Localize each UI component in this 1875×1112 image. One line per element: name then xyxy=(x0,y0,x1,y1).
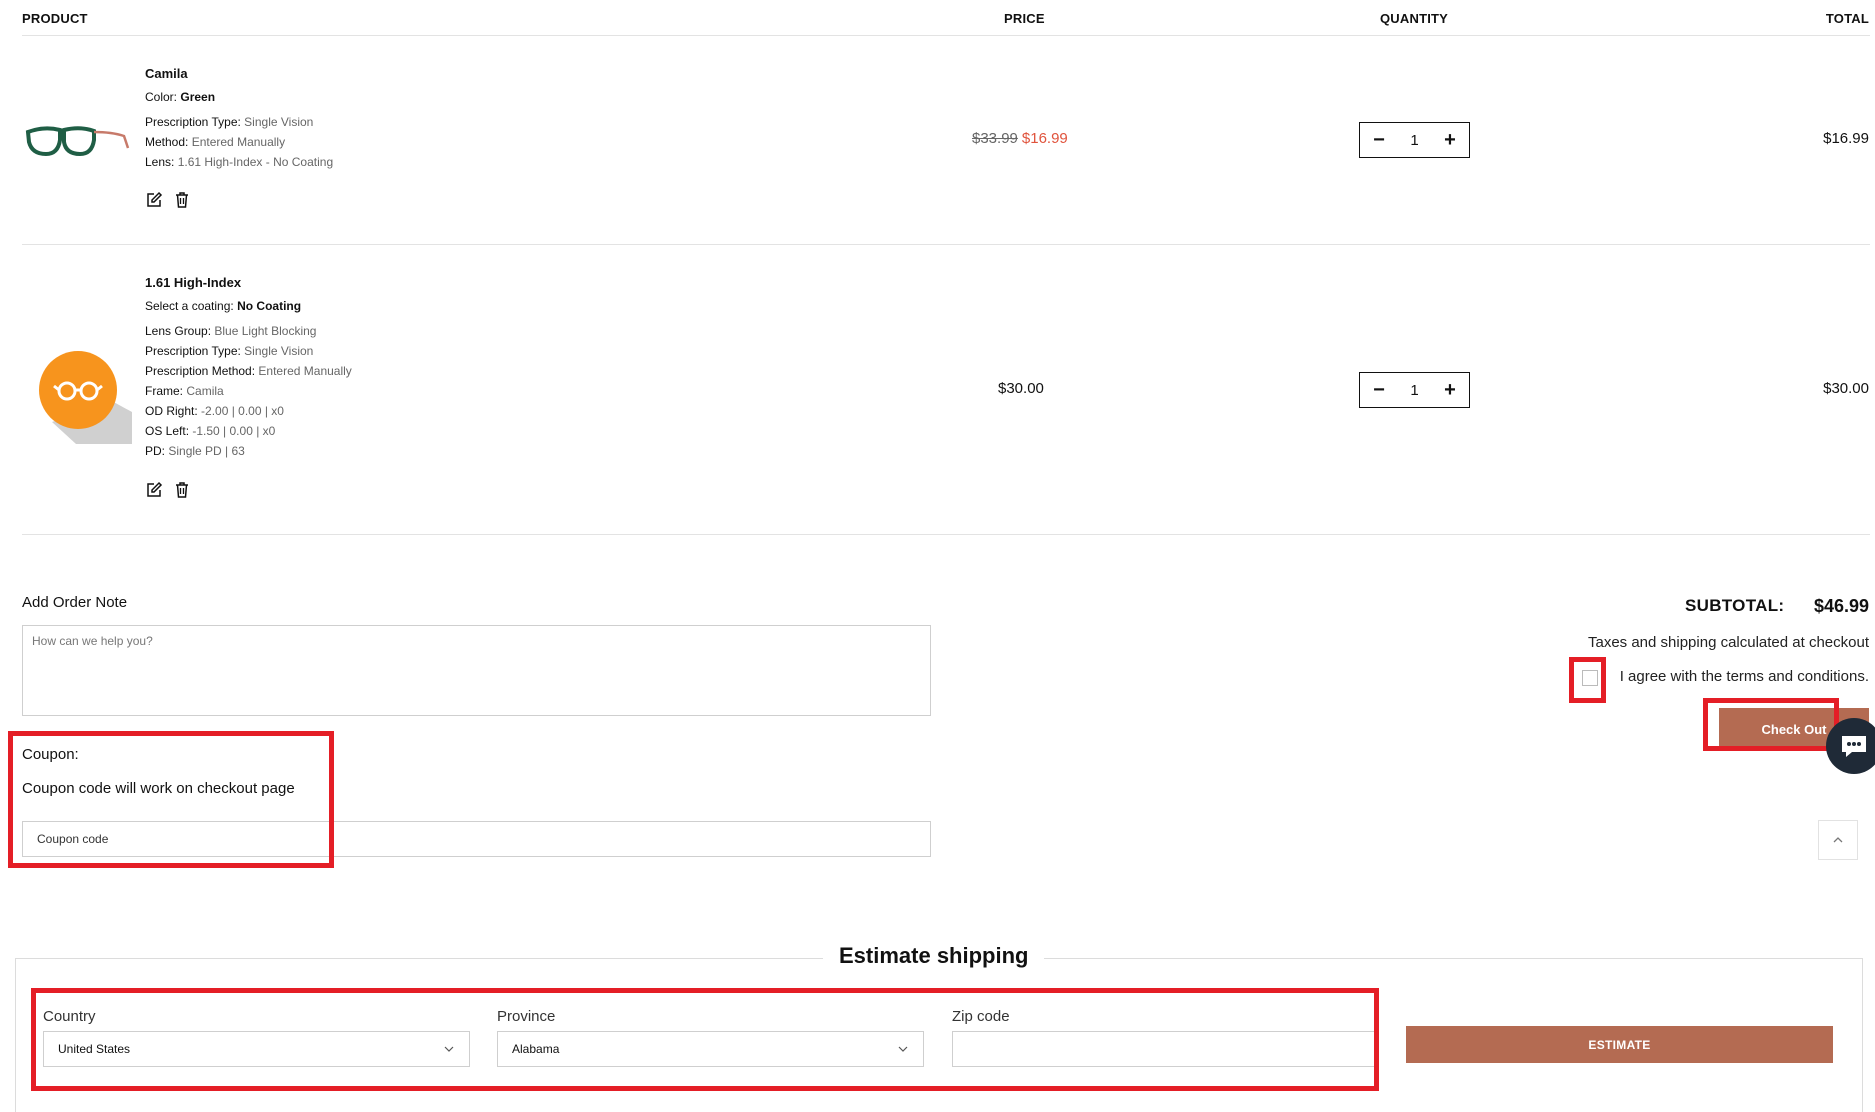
coupon-input[interactable] xyxy=(22,821,931,857)
header-total: TOTAL xyxy=(1825,11,1869,26)
row-divider xyxy=(22,244,1870,245)
header-quantity: QUANTITY xyxy=(1380,11,1449,26)
item-name[interactable]: 1.61 High-Index xyxy=(145,275,241,290)
province-value: Alabama xyxy=(512,1042,560,1056)
item-price: $30.00 xyxy=(998,380,1044,397)
terms-label: I agree with the terms and conditions. xyxy=(1619,668,1869,685)
edit-icon[interactable] xyxy=(145,481,163,499)
estimate-shipping-title: Estimate shipping xyxy=(823,943,1045,969)
item-attribute: Method: Entered Manually xyxy=(145,135,286,149)
subtotal-value: $46.99 xyxy=(1813,596,1869,616)
header-price: PRICE xyxy=(1004,11,1045,26)
orange-glasses-icon xyxy=(38,350,134,446)
coupon-hint: Coupon code will work on checkout page xyxy=(22,780,295,797)
country-label: Country xyxy=(43,1008,96,1025)
country-value: United States xyxy=(58,1042,131,1056)
zip-label: Zip code xyxy=(952,1008,1010,1025)
item-attribute: Color: Green xyxy=(145,90,216,104)
coupon-label: Coupon: xyxy=(22,746,79,763)
trash-icon[interactable] xyxy=(173,481,191,499)
order-note-textarea[interactable] xyxy=(22,625,931,716)
province-select[interactable]: Alabama xyxy=(497,1031,924,1067)
row-divider xyxy=(22,534,1870,535)
item-attribute: Lens: 1.61 High-Index - No Coating xyxy=(145,155,334,169)
item-attribute: Prescription Type: Single Vision xyxy=(145,115,314,129)
item-attribute: Lens Group: Blue Light Blocking xyxy=(145,324,317,338)
country-select[interactable]: United States xyxy=(43,1031,470,1067)
quantity-stepper: − 1 + xyxy=(1359,122,1470,158)
subtotal-label: SUBTOTAL: xyxy=(1685,596,1785,615)
edit-icon[interactable] xyxy=(145,191,163,209)
chevron-down-icon xyxy=(898,1046,908,1052)
item-price: $33.99 $16.99 xyxy=(972,130,1068,147)
item-name[interactable]: Camila xyxy=(145,66,188,81)
item-attribute: Prescription Method: Entered Manually xyxy=(145,364,352,378)
header-divider xyxy=(22,35,1870,36)
order-note-label: Add Order Note xyxy=(22,594,128,611)
quantity-stepper: − 1 + xyxy=(1359,372,1470,408)
quantity-value[interactable]: 1 xyxy=(1410,132,1418,149)
item-attribute: Prescription Type: Single Vision xyxy=(145,344,314,358)
plus-icon[interactable]: + xyxy=(1441,380,1459,400)
header-product: PRODUCT xyxy=(22,11,88,26)
terms-checkbox[interactable] xyxy=(1582,670,1598,686)
item-attribute: Select a coating: No Coating xyxy=(145,299,302,313)
item-attribute: PD: Single PD | 63 xyxy=(145,444,245,458)
chevron-down-icon xyxy=(444,1046,454,1052)
estimate-button[interactable]: ESTIMATE xyxy=(1406,1026,1833,1063)
province-label: Province xyxy=(497,1008,556,1025)
chat-icon[interactable] xyxy=(1826,718,1875,774)
green-eyeglasses-image xyxy=(24,118,130,166)
tax-note: Taxes and shipping calculated at checkou… xyxy=(1587,634,1869,651)
trash-icon[interactable] xyxy=(173,191,191,209)
item-attribute: OS Left: -1.50 | 0.00 | x0 xyxy=(145,424,276,438)
quantity-value[interactable]: 1 xyxy=(1410,382,1418,399)
minus-icon[interactable]: − xyxy=(1370,380,1388,400)
plus-icon[interactable]: + xyxy=(1441,130,1459,150)
line-total: $16.99 xyxy=(1823,130,1869,147)
minus-icon[interactable]: − xyxy=(1370,130,1388,150)
item-attribute: Frame: Camila xyxy=(145,384,224,398)
line-total: $30.00 xyxy=(1823,380,1869,397)
chevron-up-icon xyxy=(1833,837,1843,843)
scroll-top-button[interactable] xyxy=(1818,820,1858,860)
zip-input[interactable] xyxy=(952,1031,1379,1067)
item-attribute: OD Right: -2.00 | 0.00 | x0 xyxy=(145,404,284,418)
